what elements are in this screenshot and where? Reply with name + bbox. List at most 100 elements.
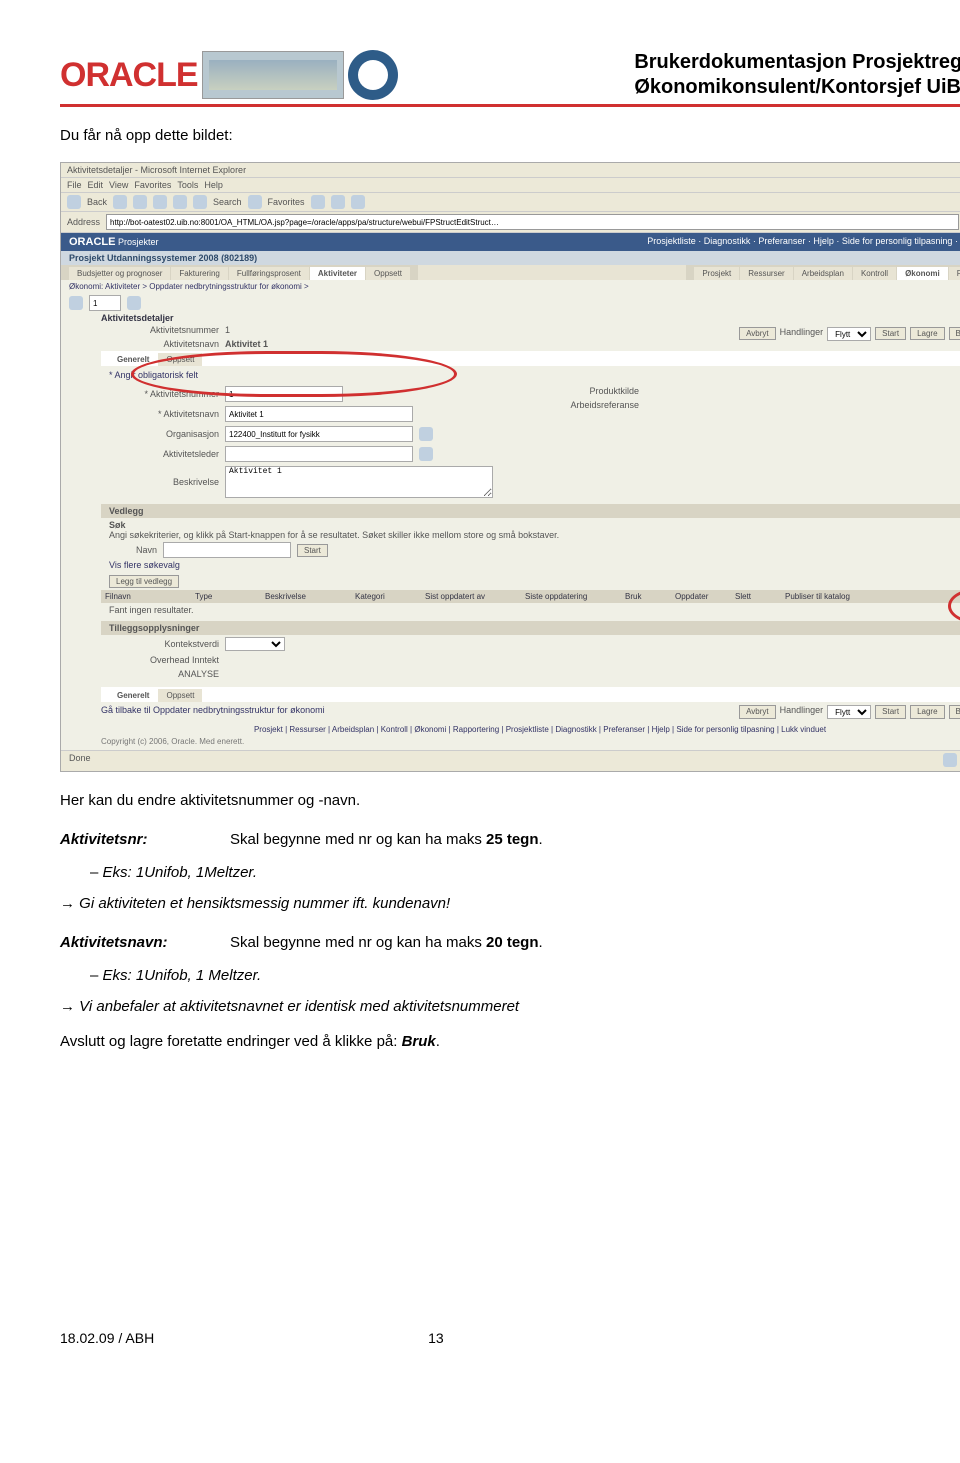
- menu-tools[interactable]: Tools: [177, 180, 198, 190]
- address-input[interactable]: [106, 214, 959, 230]
- lagre-button-2[interactable]: Lagre: [910, 705, 944, 719]
- aktivitetsnr-text: Skal begynne med nr og kan ha maks 25 te…: [230, 827, 543, 852]
- f-lbl-org: Organisasjon: [109, 429, 219, 439]
- vis-flere-link[interactable]: Vis flere søkevalg: [109, 560, 180, 570]
- back-label[interactable]: Back: [87, 197, 107, 207]
- bsub-generelt[interactable]: Generelt: [109, 689, 157, 702]
- history-icon[interactable]: [311, 195, 325, 209]
- menu-favorites[interactable]: Favorites: [134, 180, 171, 190]
- handlinger-label: Handlinger: [780, 327, 824, 337]
- home-icon[interactable]: [173, 195, 187, 209]
- search-icon[interactable]: [193, 195, 207, 209]
- search-label[interactable]: Search: [213, 197, 242, 207]
- col-oppdater: Oppdater: [675, 592, 735, 601]
- sec-vedlegg: Vedlegg: [101, 504, 960, 518]
- t-sel-kontekst[interactable]: [225, 637, 285, 651]
- start-button-2[interactable]: Start: [875, 705, 906, 719]
- tab-kontroll[interactable]: Kontroll: [853, 267, 896, 280]
- next-icon[interactable]: [127, 296, 141, 310]
- tab-okonomi[interactable]: Økonomi: [897, 267, 948, 280]
- mail-icon[interactable]: [331, 195, 345, 209]
- props-table-1: Aktivitetsnr: Skal begynne med nr og kan…: [60, 827, 543, 852]
- link-tilpasning[interactable]: Side for personlig tilpasning: [842, 236, 953, 246]
- f-lbl-aktnavn: * Aktivitetsnavn: [109, 409, 219, 419]
- val-aktnavn: Aktivitet 1: [225, 339, 268, 349]
- app-body: ORACLE Prosjekter Prosjektliste · Diagno…: [61, 233, 960, 750]
- print-icon[interactable]: [351, 195, 365, 209]
- back-icon[interactable]: [67, 195, 81, 209]
- nav-row: [61, 293, 960, 313]
- tab-oppsett[interactable]: Oppsett: [366, 267, 410, 280]
- stop-icon[interactable]: [133, 195, 147, 209]
- col-publiser: Publiser til katalog: [785, 592, 960, 601]
- no-rows: Fant ingen resultater.: [101, 603, 960, 617]
- bsub-oppsett[interactable]: Oppsett: [158, 689, 202, 702]
- tab-fakturering[interactable]: Fakturering: [171, 267, 227, 280]
- link-hjelp[interactable]: Hjelp: [813, 236, 834, 246]
- t-lbl-kontekst: Kontekstverdi: [109, 639, 219, 649]
- tab-prosjekt[interactable]: Prosjekt: [694, 267, 739, 280]
- aktivitetsnavn-text: Skal begynne med nr og kan ha maks 20 te…: [230, 930, 543, 955]
- back-link[interactable]: Gå tilbake til Oppdater nedbrytningsstru…: [101, 705, 325, 719]
- avbryt-button-2[interactable]: Avbryt: [739, 705, 776, 719]
- menu-view[interactable]: View: [109, 180, 128, 190]
- note-b: → Vi anbefaler at aktivitetsnavnet er id…: [60, 998, 519, 1015]
- start-button[interactable]: Start: [875, 327, 906, 340]
- bruk-button-2[interactable]: Bruk: [949, 705, 960, 719]
- link-diagnostikk[interactable]: Diagnostikk: [704, 236, 751, 246]
- col-filnavn: Filnavn: [105, 592, 195, 601]
- link-preferanser[interactable]: Preferanser: [758, 236, 805, 246]
- prev-icon[interactable]: [69, 296, 83, 310]
- navn-input[interactable]: [163, 542, 291, 558]
- f-input-leder[interactable]: [225, 446, 413, 462]
- after-text: Her kan du endre aktivitetsnummer og -na…: [60, 792, 960, 809]
- aktivitetsnr-example: Eks: 1Unifob, 1Meltzer.: [103, 864, 258, 881]
- legg-til-vedlegg-button[interactable]: Legg til vedlegg: [109, 575, 179, 588]
- main-tabs: Budsjetter og prognoser Fakturering Full…: [61, 265, 418, 280]
- building-image: [202, 51, 344, 99]
- f-input-beskr[interactable]: Aktivitet 1: [225, 466, 493, 498]
- lbl-aktnr: Aktivitetsnummer: [109, 325, 219, 335]
- nav-index-input[interactable]: [89, 295, 121, 311]
- app-name: Prosjekter: [118, 237, 159, 247]
- val-aktnr: 1: [225, 325, 230, 335]
- sok-hint: Angi søkekriterier, og klikk på Start-kn…: [109, 530, 960, 540]
- title-line1: Brukerdokumentasjon Prosjektregnskap: [634, 51, 960, 73]
- uib-crest: [348, 50, 398, 100]
- handlinger-select[interactable]: Flytt: [827, 327, 871, 341]
- bruk-button[interactable]: Bruk: [949, 327, 960, 340]
- lov-icon[interactable]: [419, 427, 433, 441]
- favorites-icon[interactable]: [248, 195, 262, 209]
- f-lbl-leder: Aktivitetsleder: [109, 449, 219, 459]
- col-beskr: Beskrivelse: [265, 592, 355, 601]
- copyright: Copyright (c) 2006, Oracle. Med enerett.: [101, 737, 960, 750]
- f-input-aktnavn[interactable]: [225, 406, 413, 422]
- tab-arbeidsplan[interactable]: Arbeidsplan: [794, 267, 852, 280]
- menu-edit[interactable]: Edit: [88, 180, 104, 190]
- security-icon: [943, 753, 957, 767]
- link-prosjektliste[interactable]: Prosjektliste: [647, 236, 696, 246]
- col-oppd: Siste oppdatering: [525, 592, 625, 601]
- lov-icon-2[interactable]: [419, 447, 433, 461]
- handlinger-select-2[interactable]: Flytt: [827, 705, 871, 719]
- tab-fullforing[interactable]: Fullføringsprosent: [229, 267, 309, 280]
- tab-ressurser[interactable]: Ressurser: [740, 267, 792, 280]
- refresh-icon[interactable]: [153, 195, 167, 209]
- forward-icon[interactable]: [113, 195, 127, 209]
- page-heading: Aktivitetsdetaljer: [101, 313, 960, 323]
- sok-start-button[interactable]: Start: [297, 544, 328, 557]
- tab-aktiviteter[interactable]: Aktiviteter: [310, 267, 365, 280]
- footer-date: 18.02.09 / ABH: [60, 1330, 154, 1346]
- tab-budsjetter[interactable]: Budsjetter og prognoser: [69, 267, 170, 280]
- page-header: ORACLE Brukerdokumentasjon Prosjektregns…: [60, 50, 960, 107]
- menu-help[interactable]: Help: [204, 180, 223, 190]
- menu-file[interactable]: File: [67, 180, 82, 190]
- aktivitetsnavn-example: Eks: 1Unifob, 1 Meltzer.: [103, 967, 262, 984]
- avbryt-button[interactable]: Avbryt: [739, 327, 776, 340]
- address-label: Address: [67, 217, 100, 227]
- lagre-button[interactable]: Lagre: [910, 327, 944, 340]
- col-oppdav: Sist oppdatert av: [425, 592, 525, 601]
- f-input-org[interactable]: [225, 426, 413, 442]
- tab-rapportering[interactable]: Rapportering: [949, 267, 960, 280]
- favorites-label[interactable]: Favorites: [268, 197, 305, 207]
